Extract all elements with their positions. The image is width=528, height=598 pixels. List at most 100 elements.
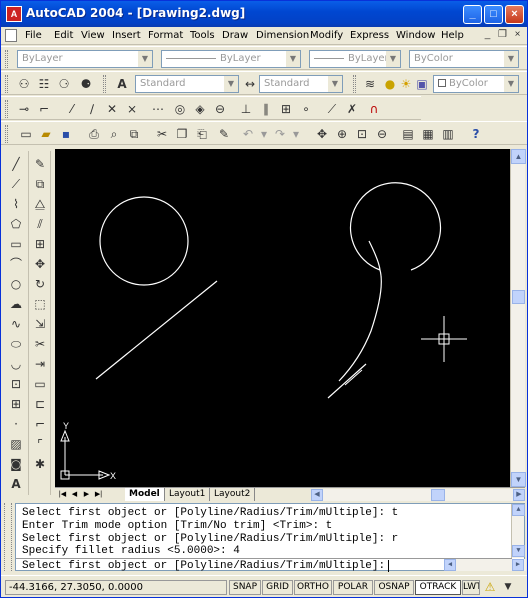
text-style-icon[interactable]: A bbox=[113, 75, 131, 93]
open-file-icon[interactable]: ▰ bbox=[37, 125, 55, 143]
scroll-down-arrow-icon[interactable]: ▼ bbox=[512, 545, 525, 557]
new-file-icon[interactable]: ▭ bbox=[17, 125, 35, 143]
fillet-arc-right[interactable] bbox=[338, 269, 382, 382]
snap-node-icon[interactable]: ∘ bbox=[297, 100, 315, 118]
copy-icon[interactable]: ⧉ bbox=[31, 175, 49, 193]
properties-icon[interactable]: ▤ bbox=[399, 125, 417, 143]
make-block-icon[interactable]: ⊞ bbox=[7, 395, 25, 413]
menu-edit[interactable]: Edit bbox=[54, 30, 73, 41]
snap-apparent-intersection-icon[interactable]: ⨯ bbox=[123, 100, 141, 118]
temporary-tracking-icon[interactable]: ⊸ bbox=[15, 100, 33, 118]
close-button[interactable]: × bbox=[505, 5, 524, 24]
break-icon[interactable]: ⊏ bbox=[31, 395, 49, 413]
copy-clip-icon[interactable]: ❐ bbox=[173, 125, 191, 143]
snap-intersection-icon[interactable]: ✕ bbox=[103, 100, 121, 118]
vertical-scrollbar[interactable]: ▲ ▼ bbox=[510, 149, 526, 487]
snap-toggle[interactable]: SNAP bbox=[229, 580, 261, 595]
mtext-icon[interactable]: A bbox=[7, 475, 25, 493]
print-icon[interactable]: ⎙ bbox=[85, 125, 103, 143]
prev-tab-icon[interactable]: ◀ bbox=[69, 488, 80, 501]
autocad-app-icon[interactable]: A bbox=[6, 6, 22, 22]
tab-model[interactable]: Model bbox=[125, 488, 165, 501]
chevron-down-icon[interactable]: ▼ bbox=[138, 51, 152, 67]
menu-format[interactable]: Format bbox=[148, 30, 183, 41]
minimize-button[interactable]: _ bbox=[463, 5, 482, 24]
snap-parallel-icon[interactable]: ∥ bbox=[257, 100, 275, 118]
maximize-button[interactable]: □ bbox=[484, 5, 503, 24]
chevron-down-icon[interactable]: ▼ bbox=[286, 51, 300, 67]
menu-window[interactable]: Window bbox=[396, 30, 435, 41]
toolbar-grip[interactable] bbox=[5, 125, 8, 143]
cut-icon[interactable]: ✂ bbox=[153, 125, 171, 143]
menu-draw[interactable]: Draw bbox=[222, 30, 248, 41]
scroll-up-arrow-icon[interactable]: ▲ bbox=[511, 149, 526, 164]
document-icon[interactable] bbox=[5, 29, 17, 42]
chevron-down-icon[interactable]: ▼ bbox=[386, 51, 400, 67]
doc-close-button[interactable]: × bbox=[511, 29, 524, 42]
doc-restore-button[interactable]: ❐ bbox=[496, 29, 509, 42]
chevron-down-icon[interactable]: ▼ bbox=[504, 76, 518, 92]
toolbar-grip[interactable] bbox=[103, 75, 106, 93]
match-properties-icon[interactable]: ✎ bbox=[215, 125, 233, 143]
fillet-icon[interactable]: ⌜ bbox=[31, 435, 49, 453]
menu-tools[interactable]: Tools bbox=[190, 30, 215, 41]
snap-insert-icon[interactable]: ⊞ bbox=[277, 100, 295, 118]
line-right-stub[interactable] bbox=[344, 369, 363, 386]
vertical-scroll-thumb[interactable] bbox=[512, 290, 525, 304]
lock-icon[interactable]: ▣ bbox=[413, 75, 431, 93]
hatch-icon[interactable]: ▨ bbox=[7, 435, 25, 453]
ellipse-icon[interactable]: ⬭ bbox=[7, 335, 25, 353]
horizontal-scrollbar[interactable]: ◀ ▶ bbox=[311, 489, 525, 501]
scroll-left-arrow-icon[interactable]: ◀ bbox=[311, 489, 323, 501]
mirror-icon[interactable]: ⧋ bbox=[31, 195, 49, 213]
zoom-realtime-icon[interactable]: ⊕ bbox=[333, 125, 351, 143]
menu-help[interactable]: Help bbox=[441, 30, 464, 41]
status-menu-arrow-icon[interactable]: ▼ bbox=[499, 578, 517, 596]
line-icon[interactable]: ╱ bbox=[7, 155, 25, 173]
chevron-down-icon[interactable]: ▼ bbox=[224, 76, 238, 92]
dim-style-icon[interactable]: ↔ bbox=[241, 75, 259, 93]
menu-modify[interactable]: Modify bbox=[310, 30, 343, 41]
layer-match-icon[interactable]: ⚆ bbox=[55, 75, 73, 93]
layer-combo[interactable]: ByLayer ▼ bbox=[17, 50, 153, 68]
next-tab-icon[interactable]: ▶ bbox=[81, 488, 92, 501]
tool-palettes-icon[interactable]: ▥ bbox=[439, 125, 457, 143]
lineweight-combo[interactable]: ByLayer ▼ bbox=[309, 50, 401, 68]
array-icon[interactable]: ⊞ bbox=[31, 235, 49, 253]
chevron-down-icon[interactable]: ▼ bbox=[504, 51, 518, 67]
toolbar-grip[interactable] bbox=[5, 100, 8, 118]
toolbar-grip[interactable] bbox=[5, 50, 8, 68]
design-center-icon[interactable]: ▦ bbox=[419, 125, 437, 143]
scroll-up-arrow-icon[interactable]: ▲ bbox=[512, 504, 525, 516]
region-icon[interactable]: ◙ bbox=[7, 455, 25, 473]
snap-from-icon[interactable]: ⌐ bbox=[35, 100, 53, 118]
save-icon[interactable]: ▪ bbox=[57, 125, 75, 143]
insert-block-icon[interactable]: ⊡ bbox=[7, 375, 25, 393]
zoom-window-icon[interactable]: ⊡ bbox=[353, 125, 371, 143]
snap-quadrant-icon[interactable]: ◈ bbox=[191, 100, 209, 118]
tab-layout2[interactable]: Layout2 bbox=[210, 488, 256, 501]
toolbar-grip[interactable] bbox=[353, 75, 356, 93]
rectangle-icon[interactable]: ▭ bbox=[7, 235, 25, 253]
lineweight-toggle[interactable]: LWT bbox=[462, 580, 480, 595]
layer-manager-icon[interactable]: ☷ bbox=[35, 75, 53, 93]
stretch-icon[interactable]: ⇲ bbox=[31, 315, 49, 333]
first-tab-icon[interactable]: |◀ bbox=[57, 488, 68, 501]
layers-icon[interactable]: ≋ bbox=[361, 75, 379, 93]
menu-express[interactable]: Express bbox=[350, 30, 389, 41]
chevron-down-icon[interactable]: ▼ bbox=[328, 76, 342, 92]
grid-toggle[interactable]: GRID bbox=[262, 580, 293, 595]
snap-extension-icon[interactable]: ⋯ bbox=[149, 100, 167, 118]
menu-insert[interactable]: Insert bbox=[112, 30, 141, 41]
menu-view[interactable]: View bbox=[81, 30, 105, 41]
command-window-grip[interactable] bbox=[4, 503, 12, 571]
doc-minimize-button[interactable]: _ bbox=[481, 29, 494, 42]
title-bar[interactable]: A AutoCAD 2004 - [Drawing2.dwg] _ □ × bbox=[1, 1, 527, 27]
ellipse-arc-icon[interactable]: ◡ bbox=[7, 355, 25, 373]
osnap-settings-icon[interactable]: ∩ bbox=[365, 100, 383, 118]
tab-layout1[interactable]: Layout1 bbox=[165, 488, 211, 501]
layer-control-combo[interactable]: ByColor ▼ bbox=[433, 75, 519, 93]
line-right[interactable] bbox=[327, 363, 367, 399]
communication-center-icon[interactable]: ⚠ bbox=[481, 578, 499, 596]
circle-icon[interactable]: ○ bbox=[7, 275, 25, 293]
